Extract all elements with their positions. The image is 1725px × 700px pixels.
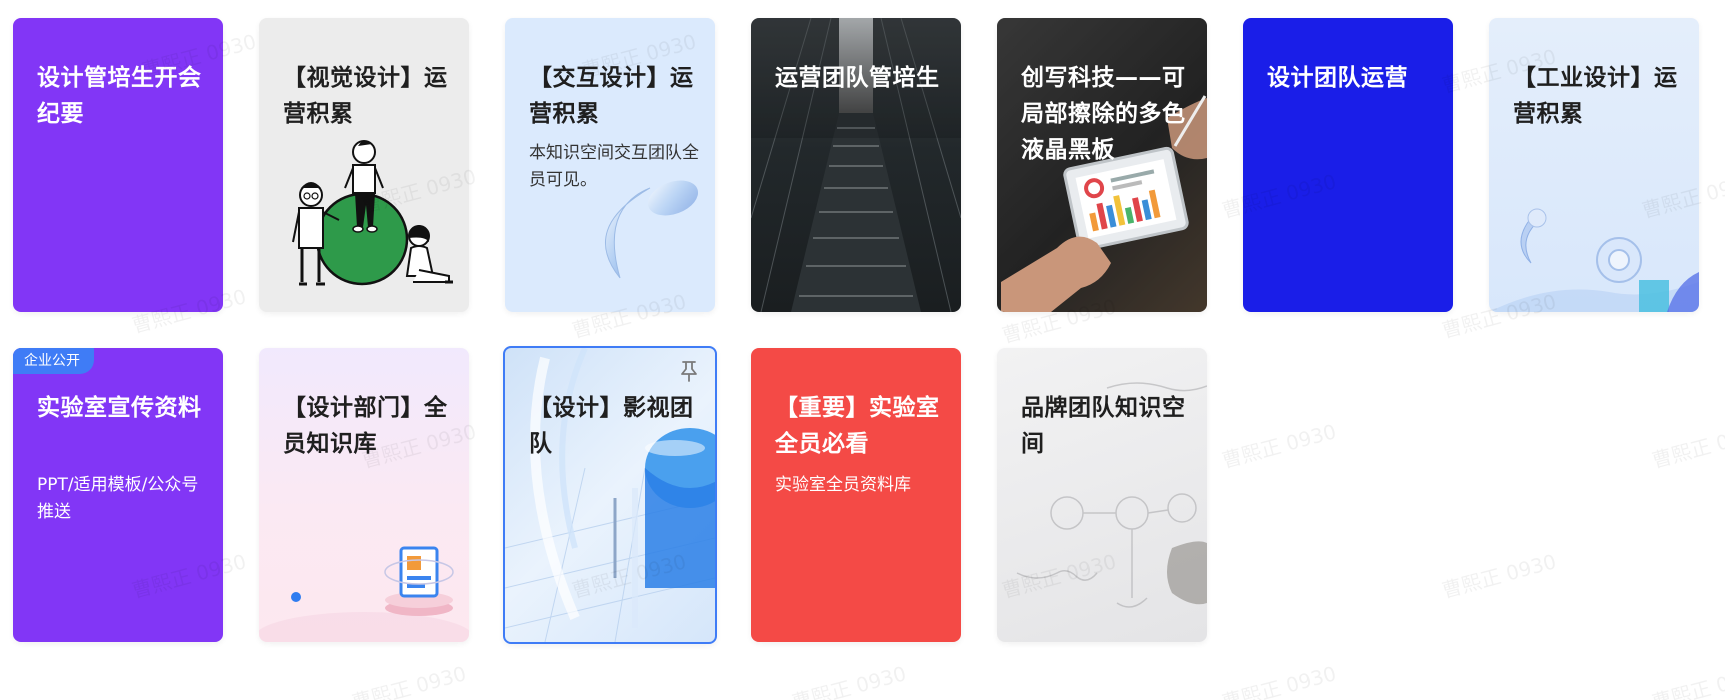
space-card[interactable]: 【交互设计】运营积累 本知识空间交互团队全员可见。 — [505, 18, 715, 312]
space-card[interactable]: 【工业设计】运营积累 — [1489, 18, 1699, 312]
watermark: 曹熙正 0930 — [1649, 661, 1725, 700]
space-card-title: 【视觉设计】运营积累 — [283, 65, 448, 127]
space-card[interactable]: 运营团队管培生 — [751, 18, 961, 312]
space-card[interactable]: 【设计部门】全员知识库 — [259, 348, 469, 642]
watermark: 曹熙正 0930 — [789, 661, 909, 700]
space-card-title: 品牌团队知识空间 — [1021, 395, 1186, 457]
space-card[interactable]: 品牌团队知识空间 — [997, 348, 1207, 642]
space-card-description: PPT/适用模板/公众号推送 — [37, 475, 199, 522]
space-card-title: 【设计部门】全员知识库 — [283, 395, 448, 457]
space-card-grid: 设计管培生开会纪要 【视觉设计】运营积累 【交互设计】运营积累 本知识空间交互团… — [0, 0, 1725, 700]
watermark: 曹熙正 0930 — [1219, 661, 1339, 700]
watermark: 曹熙正 0930 — [349, 661, 469, 700]
space-card-title: 设计管培生开会纪要 — [37, 65, 202, 127]
space-card-title: 实验室宣传资料 — [37, 395, 202, 421]
space-card[interactable]: 【重要】实验室全员必看 实验室全员资料库 — [751, 348, 961, 642]
watermark: 曹熙正 0930 — [1219, 419, 1339, 473]
space-card[interactable]: 设计团队运营 — [1243, 18, 1453, 312]
watermark: 曹熙正 0930 — [1439, 549, 1559, 603]
space-card-description: 本知识空间交互团队全员可见。 — [529, 143, 699, 190]
space-card-title: 【工业设计】运营积累 — [1513, 65, 1678, 127]
watermark: 曹熙正 0930 — [1649, 419, 1725, 473]
space-card[interactable]: 创写科技——可局部擦除的多色液晶黑板 — [997, 18, 1207, 312]
space-card-title: 设计团队运营 — [1267, 65, 1408, 91]
space-card[interactable]: 企业公开 实验室宣传资料 PPT/适用模板/公众号推送 — [13, 348, 223, 642]
space-card-description: 实验室全员资料库 — [775, 475, 911, 495]
space-card[interactable]: 设计管培生开会纪要 — [13, 18, 223, 312]
space-card-title: 【设计】影视团队 — [529, 395, 694, 457]
space-card-title: 创写科技——可局部擦除的多色液晶黑板 — [1021, 65, 1186, 163]
space-card-title: 运营团队管培生 — [775, 65, 940, 91]
public-badge: 企业公开 — [13, 348, 94, 374]
space-card-title: 【交互设计】运营积累 — [529, 65, 694, 127]
space-card-title: 【重要】实验室全员必看 — [775, 395, 940, 457]
pin-icon[interactable] — [679, 360, 699, 382]
space-card[interactable]: 【视觉设计】运营积累 — [259, 18, 469, 312]
space-card-selected[interactable]: 【设计】影视团队 — [503, 346, 717, 644]
